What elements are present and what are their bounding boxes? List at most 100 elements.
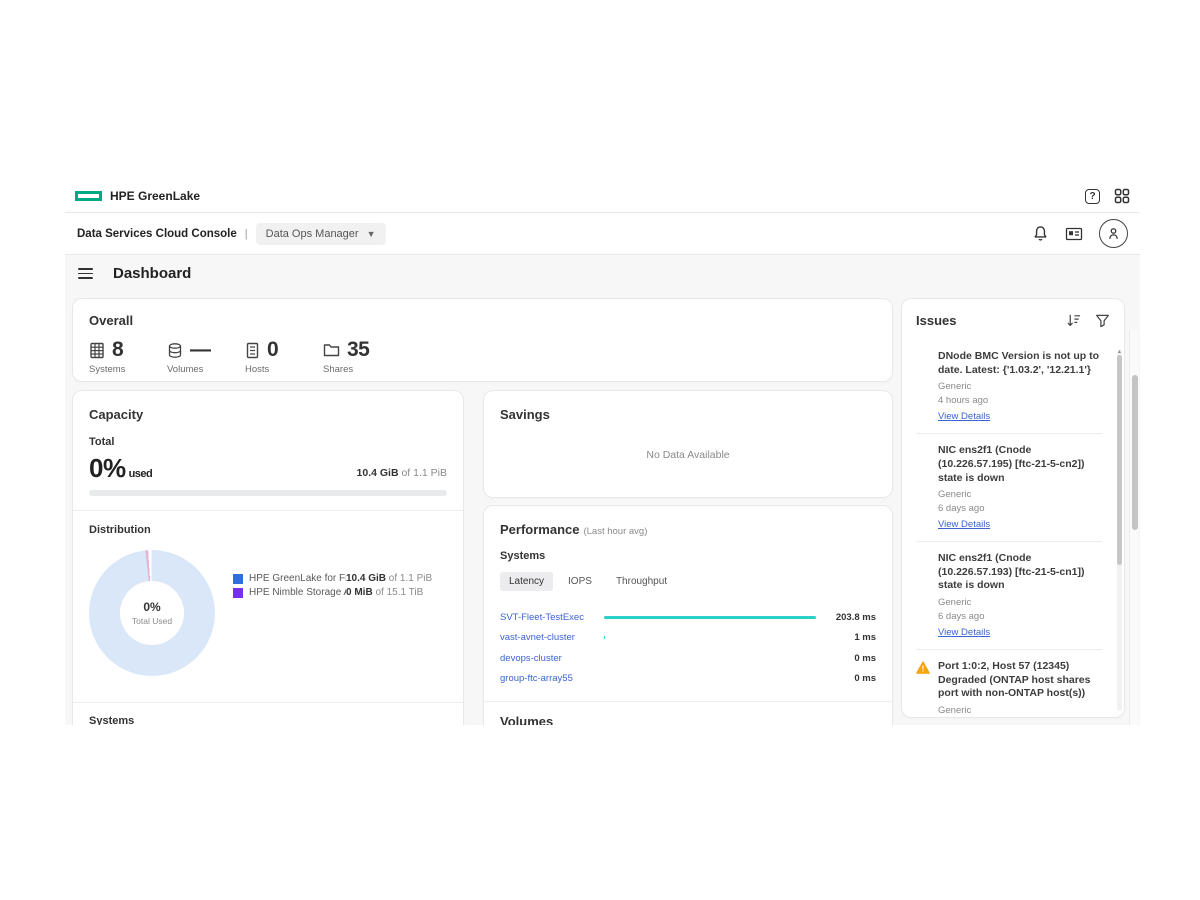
app-window: HPE GreenLake ? Data Services Cloud Cons… [65, 180, 1140, 725]
issue-category: Generic [938, 705, 1102, 716]
donut-center: 0% Total Used [120, 581, 184, 645]
latency-value: 203.8 ms [824, 612, 876, 623]
issues-scrollbar[interactable]: ▲ [1117, 349, 1122, 711]
menu-hamburger-icon[interactable] [78, 268, 93, 279]
performance-title: Performance [500, 522, 579, 537]
systems-label: Systems [89, 364, 167, 375]
capacity-total-label: Total [89, 436, 447, 448]
divider [484, 701, 892, 702]
latency-value: 0 ms [824, 673, 876, 684]
svg-text:!: ! [922, 665, 925, 674]
view-details-link[interactable]: View Details [938, 519, 990, 530]
savings-card: Savings No Data Available [483, 390, 893, 498]
stat-hosts[interactable]: 0 Hosts [245, 338, 323, 375]
distribution-label: Distribution [89, 524, 447, 536]
capacity-donut-chart[interactable]: 0% Total Used [89, 550, 215, 676]
legend-item[interactable]: HPE GreenLake for File... 10.4 GiB of 1.… [233, 573, 432, 584]
donut-center-label: Total Used [132, 616, 172, 626]
stat-systems[interactable]: 8 Systems [89, 338, 167, 375]
latency-bar [604, 616, 816, 619]
screenshot-root: HPE GreenLake ? Data Services Cloud Cons… [0, 0, 1200, 900]
system-link[interactable]: group-ftc-array55 [500, 673, 596, 684]
divider [73, 510, 463, 511]
issue-item: ! DNode BMC Version is not up to date. L… [916, 340, 1102, 433]
issues-title: Issues [916, 313, 956, 328]
performance-row: group-ftc-array55 0 ms [500, 669, 876, 690]
performance-volumes-label: Volumes [500, 714, 876, 725]
capacity-title: Capacity [89, 407, 447, 422]
view-details-link[interactable]: View Details [938, 411, 990, 422]
issue-item: ! Port 1:0:2, Host 57 (12345) Degraded (… [916, 649, 1102, 718]
latency-bar [604, 636, 605, 639]
system-link[interactable]: vast-avnet-cluster [500, 632, 596, 643]
view-details-link[interactable]: View Details [938, 627, 990, 638]
shares-count: 35 [347, 338, 369, 362]
filter-icon[interactable] [1095, 313, 1110, 328]
donut-center-value: 0% [143, 600, 160, 614]
issue-time: 6 days ago [938, 503, 1102, 514]
issue-title: DNode BMC Version is not up to date. Lat… [938, 350, 1102, 377]
performance-tabs: Latency IOPS Throughput [500, 572, 876, 591]
legend-swatch-purple [233, 588, 243, 598]
issue-item: ! NIC ens2f1 (Cnode (10.226.57.193) [ftc… [916, 541, 1102, 649]
announcements-card-icon[interactable] [1065, 226, 1083, 242]
overall-title: Overall [89, 313, 876, 328]
app-selector-dropdown[interactable]: Data Ops Manager ▼ [256, 223, 386, 245]
overall-card: Overall 8 [72, 298, 893, 382]
issue-title: NIC ens2f1 (Cnode (10.226.57.193) [ftc-2… [938, 552, 1102, 593]
notifications-bell-icon[interactable] [1032, 225, 1049, 242]
tab-iops[interactable]: IOPS [559, 572, 601, 591]
header-separator: | [245, 228, 248, 240]
system-link[interactable]: devops-cluster [500, 653, 596, 664]
capacity-percent-used: 0%used [89, 453, 152, 484]
sort-icon[interactable] [1066, 313, 1081, 328]
console-header: Data Services Cloud Console | Data Ops M… [65, 213, 1140, 255]
hosts-icon [245, 342, 260, 359]
latency-value: 0 ms [824, 653, 876, 664]
issue-title: Port 1:0:2, Host 57 (12345) Degraded (ON… [938, 660, 1102, 701]
hosts-count: 0 [267, 338, 278, 362]
page-scrollbar-thumb[interactable] [1132, 375, 1138, 530]
capacity-systems-label: Systems [89, 715, 447, 725]
legend-item[interactable]: HPE Nimble Storage Al... 0 MiB of 15.1 T… [233, 587, 432, 598]
tab-latency[interactable]: Latency [500, 572, 553, 591]
issues-list: ! DNode BMC Version is not up to date. L… [916, 340, 1110, 718]
volumes-icon [167, 342, 183, 359]
stat-shares[interactable]: 35 Shares [323, 338, 401, 375]
issue-time: 6 days ago [938, 611, 1102, 622]
brand[interactable]: HPE GreenLake [75, 189, 200, 203]
user-avatar[interactable] [1099, 219, 1128, 248]
volumes-label: Volumes [167, 364, 245, 375]
tab-throughput[interactable]: Throughput [607, 572, 676, 591]
top-header: HPE GreenLake ? [65, 180, 1140, 213]
shares-icon [323, 342, 340, 358]
app-grid-icon[interactable] [1114, 188, 1130, 204]
capacity-progress-bar [89, 490, 447, 496]
performance-row: vast-avnet-cluster 1 ms [500, 628, 876, 649]
issue-category: Generic [938, 489, 1102, 500]
issue-category: Generic [938, 381, 1102, 392]
performance-row: SVT-Fleet-TestExec 203.8 ms [500, 607, 876, 628]
legend-swatch-blue [233, 574, 243, 584]
chevron-down-icon: ▼ [367, 229, 376, 239]
savings-title: Savings [500, 407, 876, 422]
issue-category: Generic [938, 597, 1102, 608]
issues-scrollbar-thumb[interactable] [1117, 355, 1122, 565]
help-icon[interactable]: ? [1085, 189, 1100, 204]
performance-systems-label: Systems [500, 550, 876, 562]
volumes-count: — [190, 338, 211, 362]
console-title: Data Services Cloud Console [77, 228, 237, 240]
latency-value: 1 ms [824, 632, 876, 643]
system-link[interactable]: SVT-Fleet-TestExec [500, 612, 596, 623]
savings-empty-state: No Data Available [484, 449, 892, 461]
performance-card: Performance (Last hour avg) Systems Late… [483, 505, 893, 725]
page-scrollbar[interactable]: ▼ [1129, 330, 1139, 725]
issues-card: Issues ! [901, 298, 1125, 718]
systems-icon [89, 342, 105, 359]
stat-volumes[interactable]: — Volumes [167, 338, 245, 375]
hosts-label: Hosts [245, 364, 323, 375]
issue-time: 4 hours ago [938, 395, 1102, 406]
page-title: Dashboard [113, 265, 191, 282]
distribution-legend: HPE GreenLake for File... 10.4 GiB of 1.… [233, 573, 432, 601]
capacity-amounts: 10.4 GiB of 1.1 PiB [357, 467, 447, 484]
